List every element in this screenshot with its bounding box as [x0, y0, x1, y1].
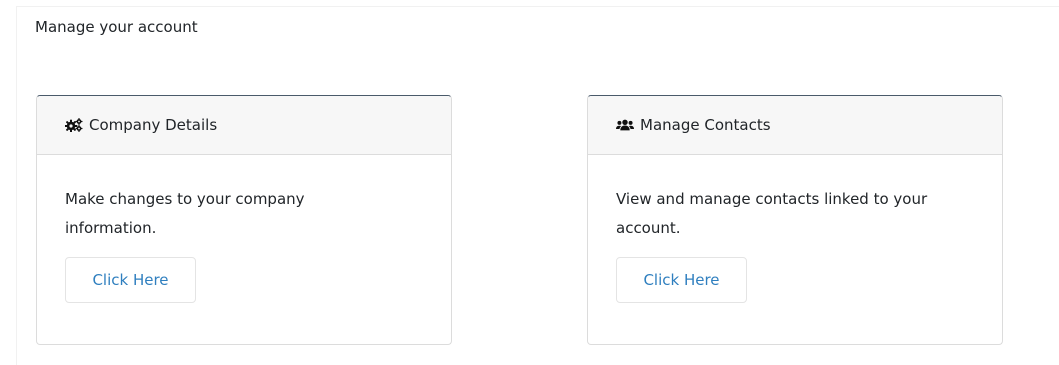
page: Manage your account Company Details Make…	[0, 0, 1059, 365]
card-body: Make changes to your company information…	[37, 155, 451, 303]
card-header: Manage Contacts	[588, 96, 1002, 155]
card-description: Make changes to your company information…	[65, 190, 305, 237]
card-header: Company Details	[37, 96, 451, 155]
card-title: Company Details	[89, 116, 218, 134]
card-body: View and manage contacts linked to your …	[588, 155, 1002, 303]
users-icon	[616, 118, 634, 132]
manage-contacts-card: Manage Contacts View and manage contacts…	[587, 95, 1003, 345]
page-heading: Manage your account	[35, 18, 198, 36]
company-details-click-here-button[interactable]: Click Here	[65, 257, 196, 303]
cogs-icon	[65, 118, 83, 132]
company-details-card: Company Details Make changes to your com…	[36, 95, 452, 345]
top-divider	[16, 6, 1059, 7]
left-divider	[16, 6, 17, 365]
manage-contacts-click-here-button[interactable]: Click Here	[616, 257, 747, 303]
card-description: View and manage contacts linked to your …	[616, 190, 928, 237]
card-title: Manage Contacts	[640, 116, 771, 134]
